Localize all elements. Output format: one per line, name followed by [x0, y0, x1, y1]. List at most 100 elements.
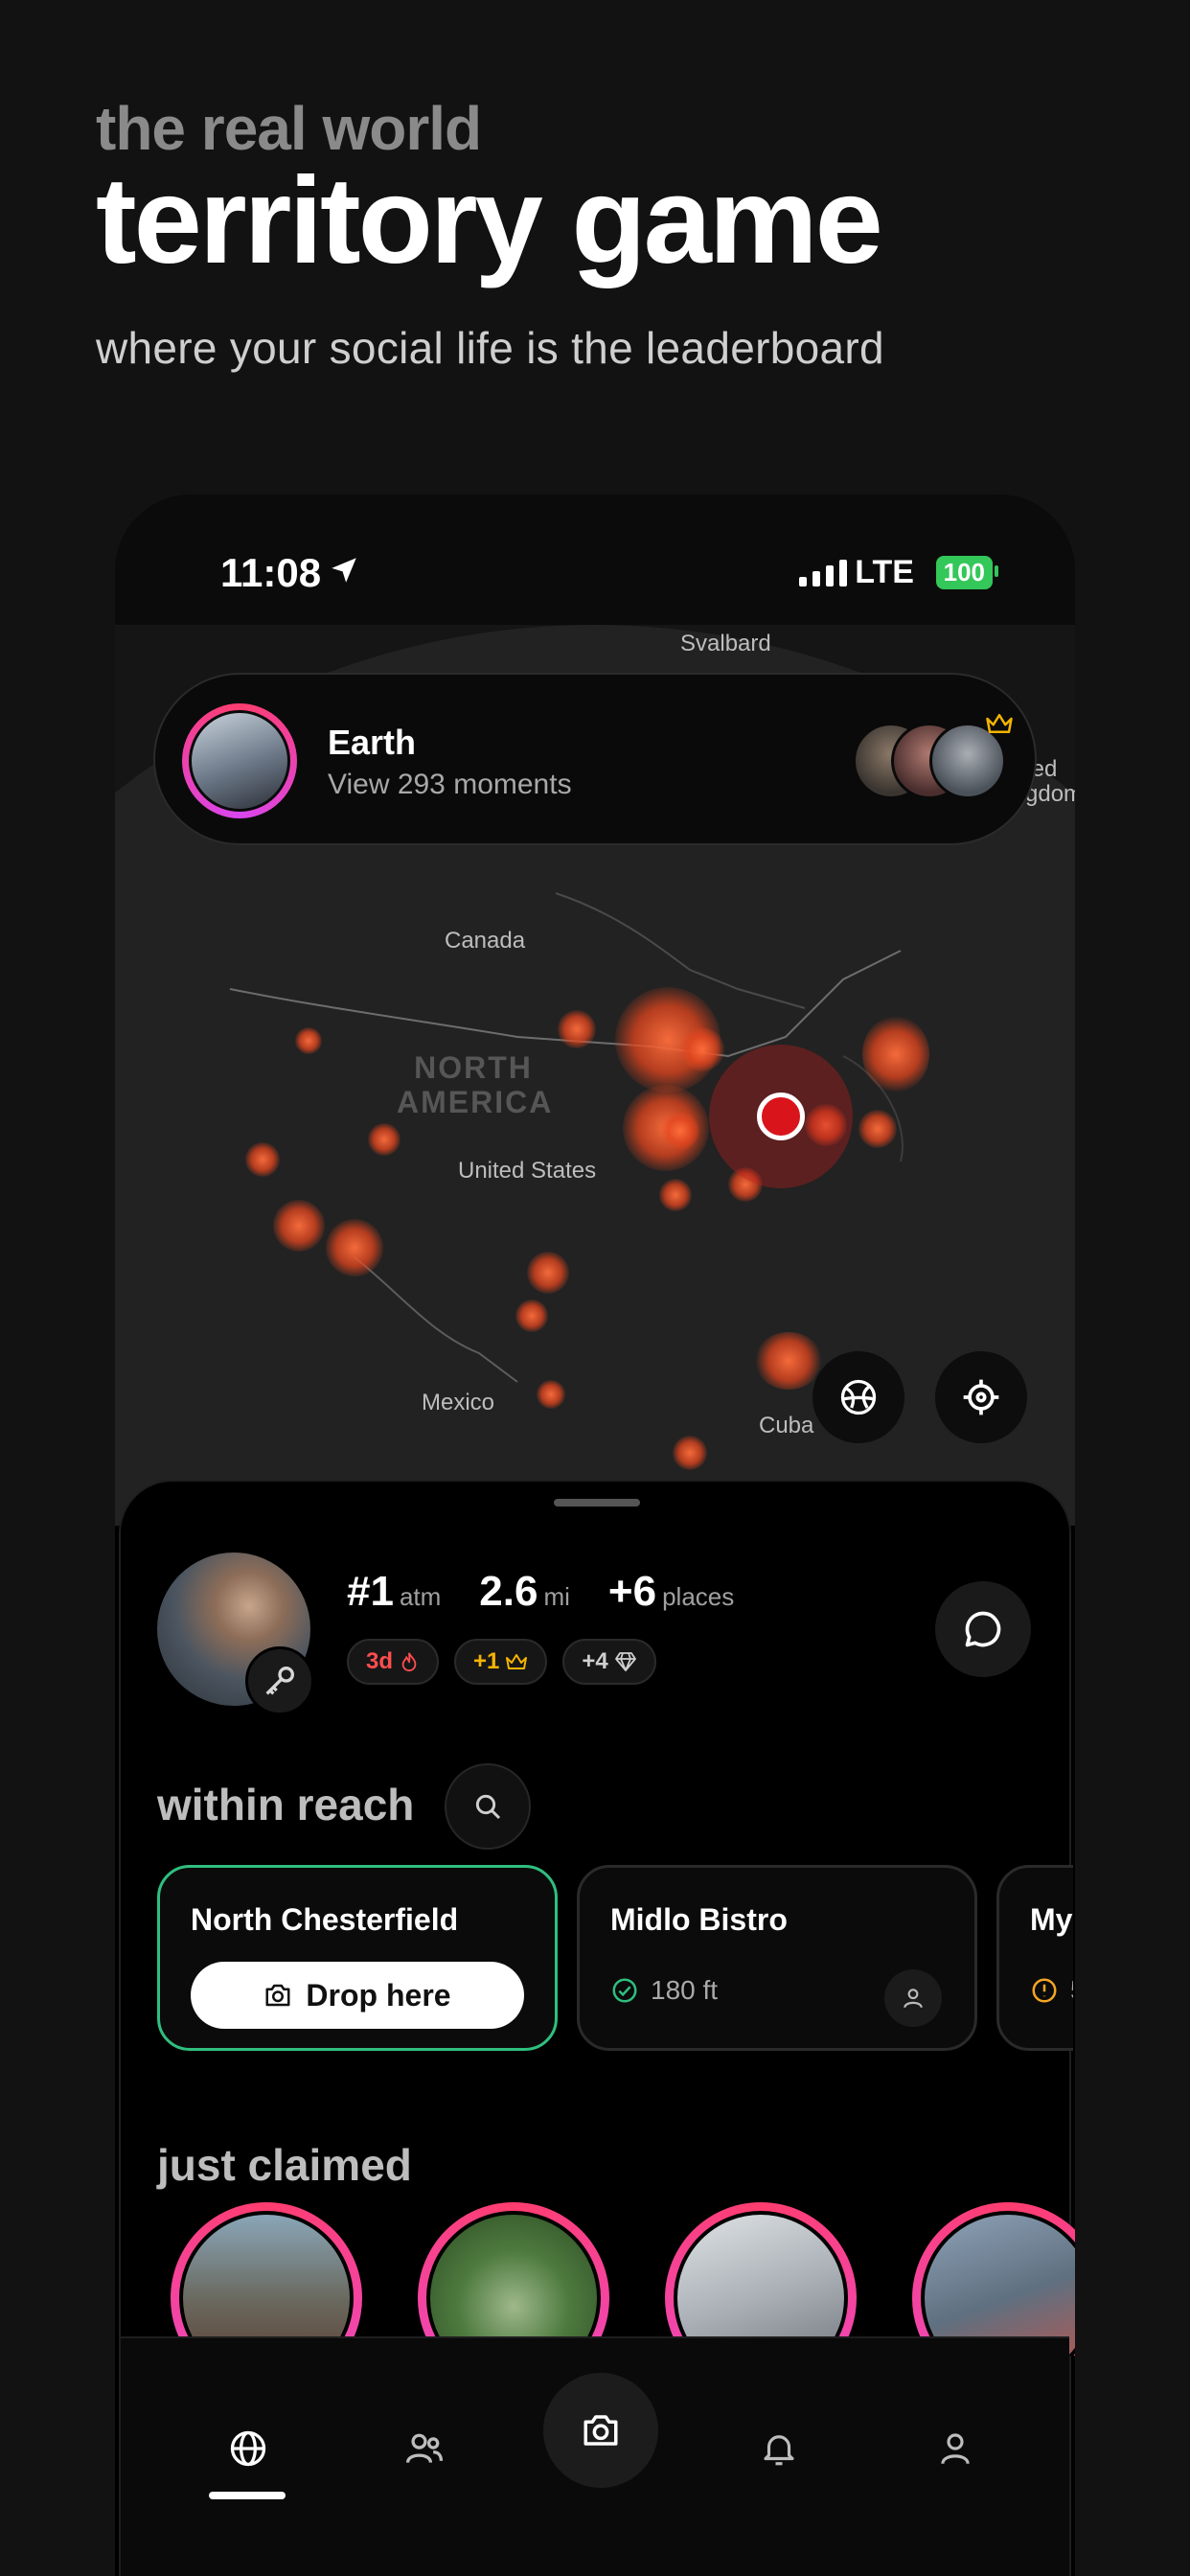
crown-icon — [506, 1654, 528, 1669]
warning-icon — [1032, 1978, 1057, 2003]
location-arrow-icon — [332, 558, 356, 583]
tab-profile[interactable] — [912, 2405, 998, 2492]
streak-chip-label: 3d — [366, 1648, 394, 1674]
chat-button[interactable] — [935, 1581, 1031, 1677]
heat-spot — [862, 1016, 929, 1092]
active-tab-indicator — [209, 2492, 286, 2499]
map-label-svalbard: Svalbard — [680, 631, 771, 656]
visitor-button[interactable] — [884, 1969, 942, 2027]
stat-distance: 2.6 mi — [479, 1568, 570, 1616]
heat-spot — [527, 1252, 569, 1294]
heat-spot — [295, 1027, 322, 1054]
hero-tagline: where your social life is the leaderboar… — [96, 323, 884, 373]
place-name: My — [1030, 1902, 1073, 1937]
claimed-moment[interactable] — [912, 2202, 1075, 2356]
heat-spot — [659, 1179, 692, 1211]
battery-badge: 100 — [935, 556, 993, 589]
place-distance-value: 5 — [1070, 1975, 1073, 2006]
crown-icon — [986, 714, 1013, 733]
battery-tip — [995, 565, 998, 577]
stat-distance-unit: mi — [543, 1582, 570, 1611]
heat-spot — [673, 1436, 707, 1470]
heat-spot — [858, 1110, 897, 1148]
bottom-sheet[interactable]: #1 atm 2.6 mi +6 places 3d +1 +4 within … — [119, 1480, 1075, 2576]
claimed-carousel — [157, 2202, 1075, 2356]
tab-camera[interactable] — [543, 2373, 658, 2488]
map-label-cuba: Cuba — [759, 1413, 814, 1438]
place-card[interactable]: My 5 — [996, 1865, 1073, 2051]
sheet-grabber[interactable] — [554, 1499, 640, 1506]
crown-chip[interactable]: +1 — [454, 1639, 548, 1685]
location-title: Earth — [328, 723, 417, 762]
heat-spot — [245, 1142, 280, 1177]
stat-places-unit: places — [662, 1582, 735, 1611]
location-subtitle[interactable]: View 293 moments — [328, 769, 572, 801]
streak-chip[interactable]: 3d — [347, 1639, 440, 1685]
network-type: LTE — [855, 554, 914, 590]
map-label-canada: Canada — [445, 928, 526, 954]
top-users-avatars[interactable] — [853, 714, 1013, 799]
profile-stats: #1 atm 2.6 mi +6 places — [347, 1568, 734, 1616]
search-button[interactable] — [445, 1763, 531, 1850]
badge-chips: 3d +1 +4 — [347, 1639, 656, 1685]
tab-notifications[interactable] — [736, 2405, 822, 2492]
map-label-north-america: NORTH AMERICA — [397, 1050, 554, 1119]
place-name: North Chesterfield — [191, 1902, 459, 1937]
camera-icon — [265, 1984, 290, 2007]
crosshair-icon — [963, 1379, 999, 1415]
heat-spot — [537, 1380, 565, 1409]
place-name: Midlo Bistro — [610, 1902, 788, 1937]
key-badge — [245, 1646, 314, 1715]
stat-distance-value: 2.6 — [479, 1568, 538, 1615]
globe-icon — [230, 2430, 266, 2467]
place-card[interactable]: North Chesterfield Drop here — [157, 1865, 558, 2051]
place-distance-value: 180 ft — [651, 1975, 719, 2005]
place-distance: 180 ft — [610, 1975, 718, 2006]
stat-rank-unit: atm — [399, 1582, 442, 1611]
recenter-button[interactable] — [933, 1349, 1029, 1445]
hero-headline: territory game — [96, 152, 883, 289]
map-style-button[interactable] — [811, 1349, 906, 1445]
current-location-pin[interactable] — [757, 1092, 805, 1140]
stat-places-value: +6 — [607, 1568, 657, 1615]
place-distance: 5 — [1030, 1975, 1073, 2006]
status-time: 11:08 — [220, 550, 322, 595]
diamond-icon — [614, 1652, 636, 1671]
gems-chip[interactable]: +4 — [562, 1639, 656, 1685]
location-card[interactable]: Earth View 293 moments — [153, 673, 1037, 845]
heat-spot — [680, 1027, 724, 1071]
gems-chip-label: +4 — [582, 1648, 608, 1674]
phone-frame: 11:08 LTE 100 Svalbard Canada NORTH AMER… — [115, 494, 1075, 2576]
heat-spot — [755, 1332, 822, 1390]
tab-friends[interactable] — [381, 2405, 468, 2492]
globe-grid-icon — [840, 1379, 877, 1415]
claimed-moment[interactable] — [665, 2202, 857, 2356]
claimed-moment[interactable] — [418, 2202, 609, 2356]
heat-spot — [326, 1219, 383, 1276]
key-icon — [265, 1667, 294, 1695]
heat-spot — [558, 1010, 596, 1048]
flame-icon — [401, 1652, 417, 1672]
map-label-united-states: United States — [458, 1158, 597, 1184]
tab-map[interactable] — [205, 2405, 291, 2492]
drop-here-button[interactable]: Drop here — [191, 1962, 524, 2029]
search-icon — [475, 1794, 501, 1820]
map-label-mexico: Mexico — [422, 1390, 495, 1415]
camera-icon — [584, 2415, 618, 2446]
nearby-places: North Chesterfield Drop here Midlo Bistr… — [157, 1865, 1073, 2057]
drop-here-label: Drop here — [306, 1977, 451, 2012]
within-reach-title: within reach — [157, 1780, 415, 1829]
status-bar: 11:08 LTE 100 — [115, 494, 1075, 625]
place-card[interactable]: Midlo Bistro 180 ft — [577, 1865, 977, 2051]
stat-rank: #1 atm — [347, 1568, 441, 1616]
heat-spot — [515, 1300, 548, 1332]
location-avatar — [182, 703, 297, 818]
claimed-moment[interactable] — [171, 2202, 362, 2356]
hero: the real world territory game where your… — [96, 92, 884, 374]
just-claimed-title: just claimed — [157, 2140, 412, 2190]
verified-check-icon — [612, 1978, 637, 2003]
chat-bubble-icon — [965, 1611, 1001, 1647]
heat-spot — [661, 1112, 699, 1150]
bell-icon — [764, 2435, 794, 2466]
stat-places: +6 places — [608, 1568, 734, 1616]
